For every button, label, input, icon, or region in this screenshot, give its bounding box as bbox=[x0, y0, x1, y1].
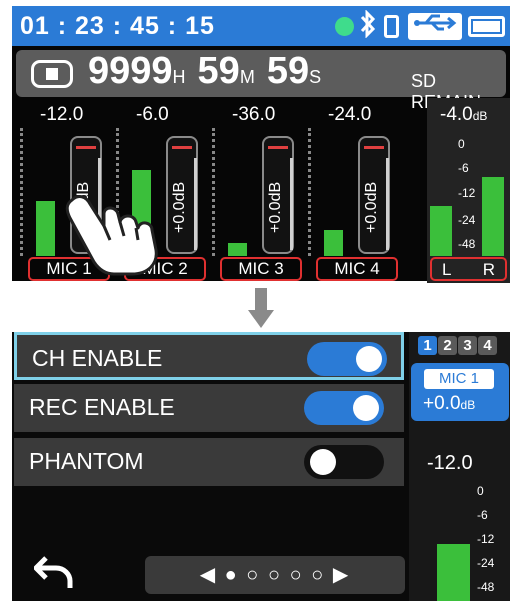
menu-row-phantom[interactable]: PHANTOM bbox=[14, 438, 404, 486]
bluetooth-icon bbox=[358, 9, 378, 45]
sd-remain-bar: 9999H59M59S SD REMAIN bbox=[16, 50, 506, 112]
menu-label: CH ENABLE bbox=[32, 345, 163, 371]
tab-channel-1[interactable]: 1 bbox=[418, 336, 437, 355]
master-meter-left bbox=[430, 206, 452, 256]
lr-label[interactable]: L R bbox=[430, 257, 507, 281]
scale-tick-label: -12 bbox=[477, 532, 495, 546]
scale-tick-label: 0 bbox=[458, 137, 465, 151]
fader-value: +0.0dB bbox=[363, 181, 380, 233]
mixer-screen: 01 : 23 : 45 : 15 9999H59M59S SD REMAIN … bbox=[12, 6, 510, 283]
arrow-down-icon bbox=[248, 288, 274, 328]
stop-icon bbox=[31, 60, 73, 88]
channel-tabs: 1234 bbox=[418, 336, 498, 355]
usb-icon bbox=[408, 13, 462, 40]
tab-channel-4[interactable]: 4 bbox=[478, 336, 497, 355]
channel-fader-2[interactable]: +0.0dB bbox=[166, 136, 198, 254]
scale-tick-label: -6 bbox=[458, 161, 469, 175]
remain-minutes: 59 bbox=[197, 50, 240, 92]
remain-hours: 9999 bbox=[88, 50, 173, 92]
menu-row-ch-enable[interactable]: CH ENABLE bbox=[14, 332, 404, 380]
mic-label-4[interactable]: MIC 4 bbox=[316, 257, 398, 281]
master-meter-right bbox=[482, 177, 504, 256]
fader-value: +0.0dB bbox=[267, 181, 284, 233]
master-level: -4.0dB bbox=[440, 104, 488, 125]
mic-gain: +0.0dB bbox=[423, 393, 476, 414]
remain-seconds: 59 bbox=[266, 50, 310, 92]
channel-side-panel: 1234 MIC 1 +0.0dB -12.0 0 -6 -12 -24 -48 bbox=[409, 332, 510, 601]
meter-scale-ticks bbox=[20, 128, 24, 256]
channel-level-3: -36.0 bbox=[232, 104, 276, 125]
channel-level-2: -6.0 bbox=[136, 104, 169, 125]
scale-tick-label: -24 bbox=[477, 556, 495, 570]
bluetooth-connected-indicator bbox=[335, 17, 354, 36]
side-level-meter bbox=[437, 544, 470, 601]
scale-tick-label: -48 bbox=[458, 237, 476, 251]
meter-scale-ticks bbox=[212, 128, 216, 256]
scale-tick-label: -24 bbox=[458, 213, 476, 227]
fader-value: +0.0dB bbox=[171, 181, 188, 233]
right-channel-label: R bbox=[482, 260, 495, 279]
meter-scale-ticks bbox=[308, 128, 312, 256]
scale-tick-label: -12 bbox=[458, 186, 476, 200]
channel-fader-4[interactable]: +0.0dB bbox=[358, 136, 390, 254]
mic-name: MIC 1 bbox=[424, 369, 494, 389]
tap-hand-icon bbox=[65, 195, 158, 276]
phantom-toggle[interactable] bbox=[304, 445, 384, 479]
channel-meter-4 bbox=[324, 230, 343, 256]
channel-fader-3[interactable]: +0.0dB bbox=[262, 136, 294, 254]
ch-enable-toggle[interactable] bbox=[307, 342, 387, 376]
remain-time: 9999H 59M 59S bbox=[88, 50, 322, 92]
menu-label: PHANTOM bbox=[29, 448, 144, 474]
timecode: 01 : 23 : 45 : 15 bbox=[20, 12, 215, 40]
tab-channel-3[interactable]: 3 bbox=[458, 336, 477, 355]
left-channel-label: L bbox=[442, 260, 452, 279]
mic-info-card: MIC 1 +0.0dB bbox=[411, 363, 509, 421]
channel-meter-3 bbox=[228, 243, 247, 256]
menu-row-rec-enable[interactable]: REC ENABLE bbox=[14, 384, 404, 432]
channel-settings-screen: CH ENABLE REC ENABLE PHANTOM ◀ ● ○ ○ ○ ○… bbox=[12, 332, 510, 601]
channel-level-4: -24.0 bbox=[328, 104, 372, 125]
rec-enable-toggle[interactable] bbox=[304, 391, 384, 425]
tab-channel-2[interactable]: 2 bbox=[438, 336, 457, 355]
phone-icon bbox=[384, 15, 399, 38]
menu-label: REC ENABLE bbox=[29, 394, 175, 420]
scale-tick-label: -6 bbox=[477, 508, 488, 522]
scale-tick-label: -48 bbox=[477, 580, 495, 594]
channel-level: -12.0 bbox=[427, 452, 473, 474]
back-arrow-icon[interactable] bbox=[34, 554, 74, 590]
battery-icon bbox=[468, 16, 505, 37]
page-indicator[interactable]: ◀ ● ○ ○ ○ ○ ▶ bbox=[145, 556, 405, 594]
mic-label-3[interactable]: MIC 3 bbox=[220, 257, 302, 281]
channel-meter-1 bbox=[36, 201, 55, 256]
scale-tick-label: 0 bbox=[477, 484, 484, 498]
channel-level-1: -12.0 bbox=[40, 104, 84, 125]
status-bar: 01 : 23 : 45 : 15 bbox=[12, 6, 510, 46]
